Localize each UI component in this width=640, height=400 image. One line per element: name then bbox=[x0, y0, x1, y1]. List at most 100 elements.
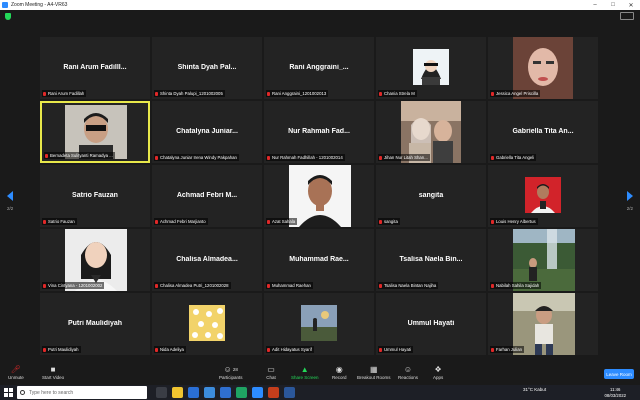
chat-button[interactable]: ▭ Chat bbox=[266, 365, 276, 381]
participant-tile[interactable]: Vina Cintyana - 1201002002 bbox=[40, 229, 150, 291]
participant-label: Jihan Nur Litah Shan... bbox=[378, 154, 430, 161]
record-button[interactable]: ◉ Record bbox=[332, 365, 347, 381]
participant-label-text: Azat Sahala bbox=[272, 219, 296, 224]
muted-mic-icon bbox=[491, 155, 494, 160]
powerpoint-icon[interactable] bbox=[268, 387, 279, 398]
taskbar-search-box[interactable]: Type here to search bbox=[17, 386, 147, 399]
muted-mic-icon bbox=[45, 153, 48, 158]
participant-label: Rani Anggraini_1201002013 bbox=[266, 90, 329, 97]
participant-label: Gabriella Tita Angeli bbox=[490, 154, 537, 161]
muted-mic-icon bbox=[379, 283, 382, 288]
active-speaker-tile[interactable]: Bernadeta Sulityanti Ramadya ... bbox=[40, 101, 150, 163]
participant-tile[interactable]: Gabriella Tita An... Gabriella Tita Ange… bbox=[488, 101, 598, 163]
muted-mic-icon bbox=[379, 155, 382, 160]
word-icon[interactable] bbox=[284, 387, 295, 398]
participant-tile[interactable]: sangita sangita bbox=[376, 165, 486, 227]
participant-tile[interactable]: Jihan Nur Litah Shan... bbox=[376, 101, 486, 163]
participant-label: Satrio Fauzan bbox=[42, 218, 77, 225]
participant-tile[interactable]: Rani Arum Fadilll... Rani Arum Fadillah bbox=[40, 37, 150, 99]
participant-tile[interactable]: Tsalisa Naela Bin... Tsalisa Naela Binta… bbox=[376, 229, 486, 291]
store-icon[interactable] bbox=[220, 387, 231, 398]
reactions-button[interactable]: ☺ Reactions bbox=[398, 365, 418, 381]
participants-button[interactable]: ☺ 28 Participants bbox=[219, 365, 243, 381]
task-view-icon[interactable] bbox=[156, 387, 167, 398]
participant-tile[interactable]: Chalisa Almadea... Chalisa Almadea Putri… bbox=[152, 229, 262, 291]
unmute-button[interactable]: 🎤︎ Unmute bbox=[8, 365, 24, 381]
muted-mic-icon bbox=[379, 91, 382, 96]
muted-mic-icon bbox=[267, 91, 270, 96]
muted-mic-icon bbox=[155, 219, 158, 224]
participant-tile[interactable]: Nur Rahmah Fad... Nur Rahmah Fadhillah -… bbox=[264, 101, 374, 163]
muted-mic-icon bbox=[491, 283, 494, 288]
taskbar-clock[interactable]: 11:46 08/03/2022 bbox=[604, 387, 626, 398]
participant-label-text: Jessica Angel Priscilla bbox=[496, 91, 539, 96]
share-screen-icon: ▲ bbox=[300, 364, 309, 374]
participant-label: Chalisa Almadea Putri_1201002028 bbox=[154, 282, 231, 289]
view-layout-icon[interactable] bbox=[620, 12, 634, 20]
participant-label-text: Achmad Febri Marjianto bbox=[160, 219, 206, 224]
muted-mic-icon bbox=[491, 347, 494, 352]
participant-label-text: Adit Hidayatus Syarif bbox=[272, 347, 312, 352]
participant-label-text: Chatalyna Juniar Irena Windy Pakpahan bbox=[160, 155, 237, 160]
participant-tile[interactable]: Louis Henry Albertus bbox=[488, 165, 598, 227]
participant-tile[interactable]: Rani Anggraini_... Rani Anggraini_120100… bbox=[264, 37, 374, 99]
previous-page-arrow-icon[interactable] bbox=[7, 191, 13, 201]
participant-tile[interactable]: Nabilah Sahila Sajidah bbox=[488, 229, 598, 291]
participant-name: Shinta Dyah Pal... bbox=[177, 64, 237, 71]
mail-icon[interactable] bbox=[188, 387, 199, 398]
breakout-rooms-button[interactable]: ▦ Breakout Rooms bbox=[357, 365, 391, 381]
participant-label-text: Nida Adeliya bbox=[160, 347, 184, 352]
share-screen-label: Share Screen bbox=[291, 375, 319, 380]
window-titlebar: Zoom Meeting - A4-VR63 – □ ✕ bbox=[0, 0, 640, 10]
maximize-button[interactable]: □ bbox=[604, 0, 622, 10]
participant-label-text: Farhan Julian bbox=[496, 347, 523, 352]
participant-label-text: Vina Cintyana - 1201002002 bbox=[48, 283, 103, 288]
participant-name: Chalisa Almadea... bbox=[176, 256, 238, 263]
chat-label: Chat bbox=[266, 375, 276, 380]
participant-label-text: Nabilah Sahila Sajidah bbox=[496, 283, 540, 288]
muted-mic-icon bbox=[43, 283, 46, 288]
participant-tile[interactable]: Azat Sahala bbox=[264, 165, 374, 227]
zoom-app-icon bbox=[2, 2, 8, 8]
profile-picture bbox=[189, 305, 225, 341]
clock-date: 08/03/2022 bbox=[604, 392, 626, 398]
profile-picture bbox=[289, 165, 351, 227]
participant-tile[interactable]: Nida Adeliya bbox=[152, 293, 262, 355]
participant-tile[interactable]: Jessica Angel Priscilla bbox=[488, 37, 598, 99]
participant-video bbox=[65, 105, 127, 159]
minimize-button[interactable]: – bbox=[586, 0, 604, 10]
apps-button[interactable]: ❖ Apps bbox=[433, 365, 443, 381]
participant-tile[interactable]: Shinta Dyah Pal... Shinta Dyah Palupi_12… bbox=[152, 37, 262, 99]
participant-label-text: sangita bbox=[384, 219, 398, 224]
security-shield-icon[interactable] bbox=[5, 13, 11, 20]
weather-widget[interactable]: 31°C Kabut bbox=[523, 387, 546, 392]
participant-tile[interactable]: Muhammad Rae... Muhammad Raehan bbox=[264, 229, 374, 291]
page-indicator-right: 2/2 bbox=[626, 206, 633, 211]
participant-tile[interactable]: Chatalyna Juniar... Chatalyna Juniar Ire… bbox=[152, 101, 262, 163]
participant-name: Tsalisa Naela Bin... bbox=[399, 256, 463, 263]
leave-room-button[interactable]: Leave Room bbox=[604, 369, 634, 379]
participant-label-text: Bernadeta Sulityanti Ramadya ... bbox=[50, 153, 113, 158]
participant-tile[interactable]: Chania Strela M bbox=[376, 37, 486, 99]
participant-tile[interactable]: Farhan Julian bbox=[488, 293, 598, 355]
participant-tile[interactable]: Achmad Febri M... Achmad Febri Marjianto bbox=[152, 165, 262, 227]
chrome-browser-icon[interactable] bbox=[236, 387, 247, 398]
search-icon bbox=[20, 390, 25, 395]
close-button[interactable]: ✕ bbox=[622, 0, 640, 10]
participant-label: Rani Arum Fadillah bbox=[42, 90, 87, 97]
participant-name: Chatalyna Juniar... bbox=[176, 128, 238, 135]
next-page-arrow-icon[interactable] bbox=[627, 191, 633, 201]
share-screen-button[interactable]: ▲ Share Screen bbox=[291, 364, 319, 381]
file-explorer-icon[interactable] bbox=[172, 387, 183, 398]
participant-tile[interactable]: Satrio Fauzan Satrio Fauzan bbox=[40, 165, 150, 227]
zoom-taskbar-icon[interactable] bbox=[252, 387, 263, 398]
muted-mic-icon bbox=[267, 155, 270, 160]
participant-label-text: Tsalisa Naela Bintan Najiha bbox=[384, 283, 437, 288]
participant-tile[interactable]: Putri Maulidiyah Putri Maulidiyah bbox=[40, 293, 150, 355]
muted-mic-icon bbox=[155, 283, 158, 288]
edge-browser-icon[interactable] bbox=[204, 387, 215, 398]
start-video-button[interactable]: ■ Start Video bbox=[42, 365, 64, 381]
participant-tile[interactable]: Adit Hidayatus Syarif bbox=[264, 293, 374, 355]
windows-start-button[interactable] bbox=[4, 388, 13, 397]
participant-tile[interactable]: Ummul Hayati Ummul Hayati bbox=[376, 293, 486, 355]
